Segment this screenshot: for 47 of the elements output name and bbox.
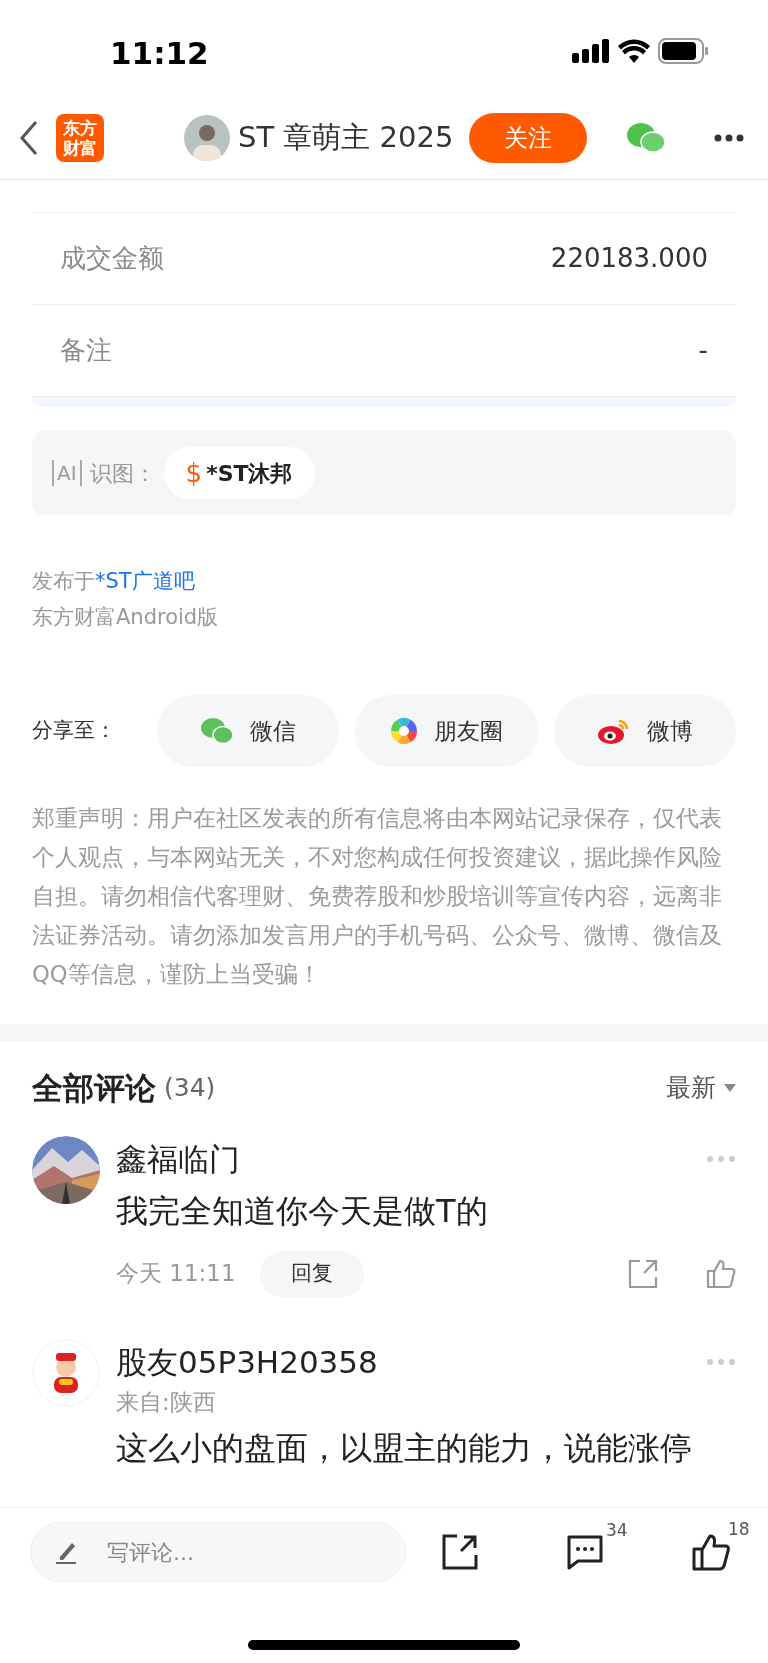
comment-author[interactable]: 股友05P3H20358 — [116, 1338, 378, 1385]
like-count: 18 — [728, 1518, 750, 1541]
disclaimer-text: 郑重声明：用户在社区发表的所有信息将由本网站记录保存，仅代表个人观点，与本网站无关，不对您构成任何投资建议，据此操作风险自担。请勿相信代客理财、免费荐股和炒股培训等宣传内容，远离非法证券活动。请勿添加发言用户的手机号码、公众号、微博、微信及QQ等信息，谨防上当受骗！ — [32, 804, 722, 989]
comment-author[interactable]: 鑫福临门 — [116, 1136, 240, 1183]
detail-value: - — [698, 334, 708, 367]
reply-button[interactable]: 回复 — [259, 1250, 364, 1297]
detail-value: 220183.000 — [550, 242, 708, 275]
thumbs-up-icon[interactable] — [706, 1258, 736, 1289]
avatar-icon — [32, 1338, 100, 1407]
share-label: 分享至： — [32, 717, 117, 745]
comments-title: 全部评论 — [32, 1068, 156, 1108]
dollar-icon: $ — [185, 453, 203, 493]
comment-icon[interactable] — [566, 1534, 604, 1570]
comment-text: 我完全知道你今天是做T的 — [116, 1190, 489, 1232]
detail-label: 备注 — [60, 334, 112, 367]
forum-link[interactable]: *ST广道吧 — [95, 569, 195, 593]
dropdown-icon[interactable] — [724, 1084, 736, 1092]
avatar-icon — [184, 114, 230, 161]
comment-location: 来自:陕西 — [116, 1388, 217, 1417]
post-forum: 发布于*ST广道吧 — [32, 568, 196, 595]
comment-text: 这么小的盘面，以盟主的能力，说能涨停 — [116, 1427, 693, 1469]
share-moments-button[interactable]: 朋友圈 — [355, 695, 538, 767]
comment-count: (34) — [164, 1072, 216, 1105]
signal-icon — [572, 39, 610, 63]
share-icon[interactable] — [442, 1534, 478, 1570]
recognition-label: 识图： — [89, 459, 156, 488]
battery-icon — [658, 38, 708, 64]
detail-label: 成交金额 — [60, 242, 164, 275]
stock-name: *ST沐邦 — [206, 459, 293, 488]
share-wechat-button[interactable]: 微信 — [156, 695, 340, 767]
comment-input[interactable]: 写评论... — [30, 1522, 406, 1582]
comment-time: 今天 11:11 — [116, 1259, 236, 1289]
wechat-icon[interactable] — [626, 121, 666, 154]
comment-count: 34 — [606, 1519, 628, 1542]
post-source: 东方财富Android版 — [32, 604, 220, 631]
ai-badge: AI — [52, 460, 82, 486]
aperture-icon — [389, 717, 418, 745]
share-weibo-button[interactable]: 微博 — [553, 695, 736, 767]
author-name[interactable]: ST 章萌主 2025 — [238, 115, 454, 160]
wifi-icon — [618, 39, 650, 63]
more-icon[interactable] — [714, 133, 744, 142]
wechat-icon — [200, 717, 235, 745]
thumbs-up-icon[interactable] — [692, 1533, 730, 1571]
stock-chip[interactable]: $*ST沐邦 — [163, 447, 315, 499]
status-time: 11:12 — [110, 34, 209, 73]
weibo-icon — [596, 717, 631, 745]
sort-option[interactable]: 最新 — [666, 1069, 716, 1107]
